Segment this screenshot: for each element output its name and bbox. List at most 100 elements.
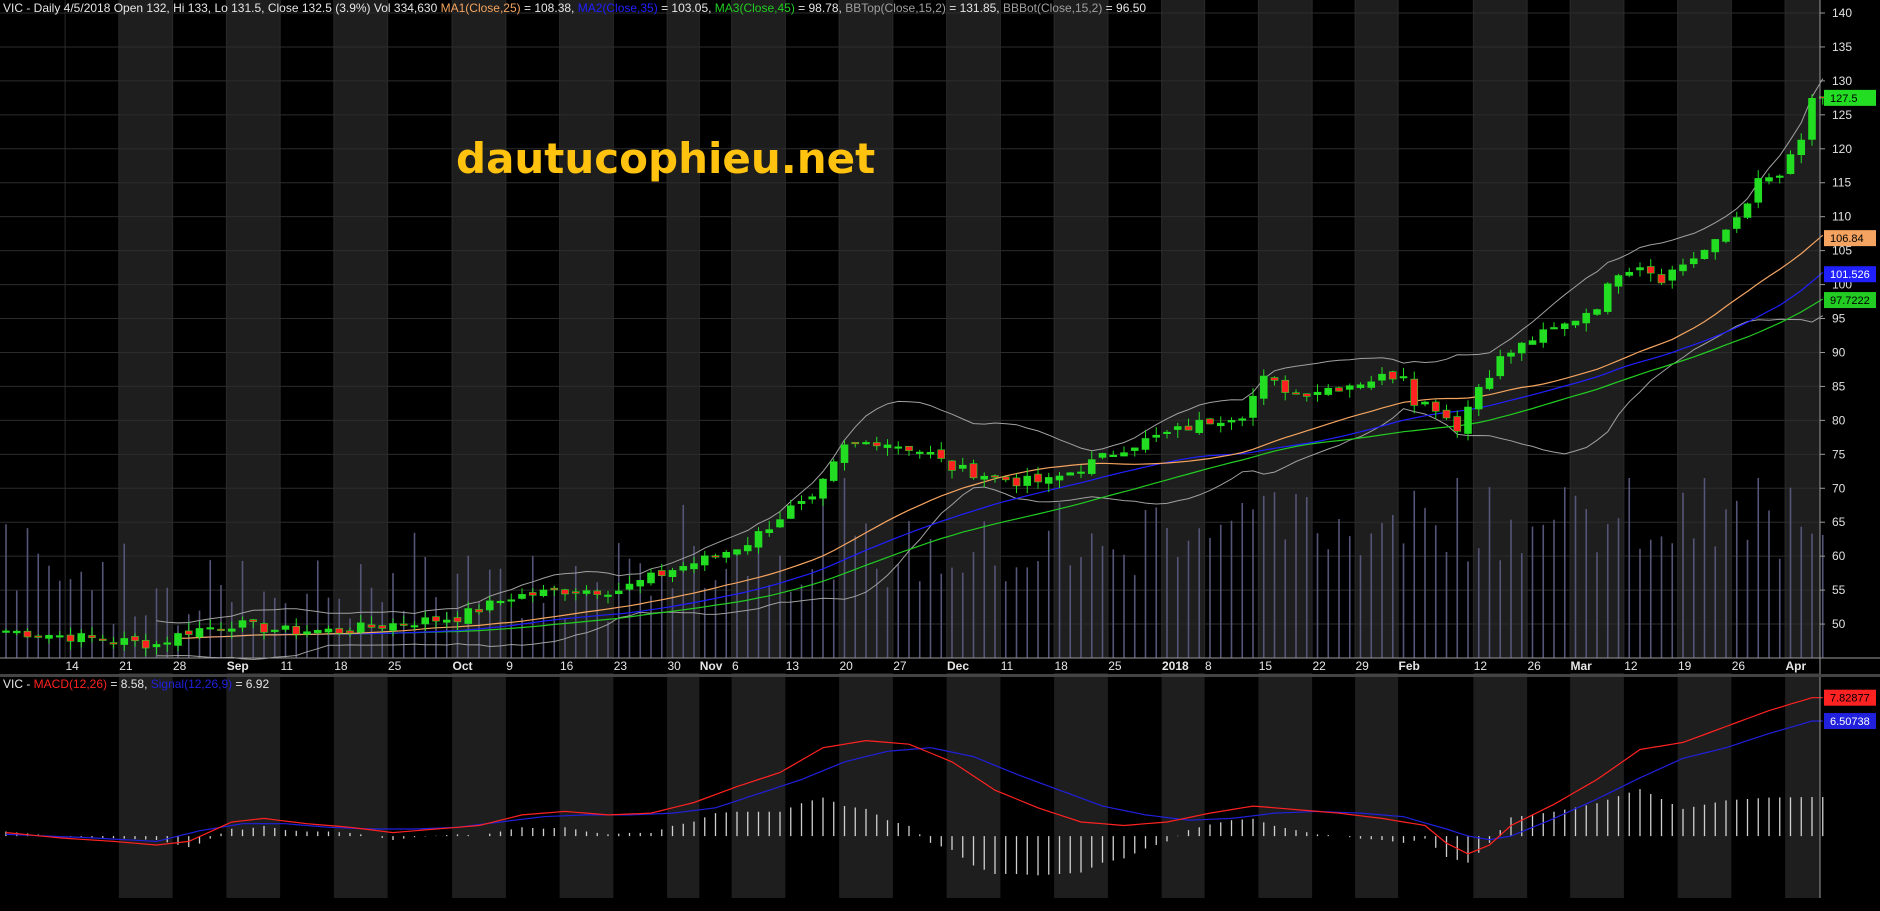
y-tick-label: 80 [1832, 413, 1846, 427]
candle-body [496, 600, 505, 604]
candle-body [378, 625, 387, 629]
x-tick-label: 11 [1001, 659, 1014, 673]
candle-body [528, 592, 537, 596]
candle-body [883, 444, 892, 448]
candle-body [518, 594, 526, 599]
candle-body [88, 635, 96, 638]
candle-body [1206, 418, 1214, 425]
candle-body [1421, 401, 1429, 405]
y-tick-label: 60 [1832, 549, 1846, 563]
price-band [1355, 0, 1399, 658]
candle-body [1345, 385, 1354, 390]
candle-body [120, 638, 129, 645]
candle-body [399, 623, 408, 626]
macd-band [226, 673, 281, 898]
header-segment: MA2(Close,35) [578, 1, 658, 15]
candle-body [131, 636, 139, 642]
candle-body [475, 609, 483, 613]
candle-body [1765, 177, 1773, 182]
candle-body [593, 590, 602, 595]
candle-body [1732, 217, 1741, 229]
candle-body [668, 570, 677, 578]
x-tick-label: Dec [947, 659, 969, 673]
candle-body [367, 624, 376, 628]
candle-body [1292, 392, 1300, 395]
candle-body [184, 630, 193, 635]
candle-body [2, 630, 10, 633]
price-band [1473, 0, 1528, 658]
candle-body [829, 461, 838, 481]
candle-body [1367, 381, 1376, 388]
macd-band [1258, 673, 1313, 898]
x-tick-label: 21 [119, 659, 133, 673]
header-segment: MACD(12,26) [34, 677, 107, 691]
candle-body [1775, 175, 1784, 178]
candle-body [733, 549, 741, 555]
candle-body [163, 642, 172, 645]
y-tick-label: 120 [1832, 142, 1852, 156]
candle-body [1657, 274, 1666, 284]
x-tick-label: 16 [560, 659, 574, 673]
x-tick-label: 25 [1108, 659, 1122, 673]
candle-body [453, 617, 462, 623]
price-panel-header: VIC - Daily 4/5/2018 Open 132, Hi 133, L… [3, 1, 1146, 15]
candle-body [991, 475, 999, 478]
x-tick-label: 6 [732, 659, 739, 673]
y-tick-label: 90 [1832, 345, 1846, 359]
x-tick-label: 26 [1732, 659, 1746, 673]
x-tick-label: Apr [1786, 659, 1807, 673]
x-tick-label: 20 [840, 659, 854, 673]
candle-body [1797, 139, 1806, 156]
macd-band [333, 673, 388, 898]
x-tick-label: 12 [1624, 659, 1638, 673]
header-segment: VIC - Daily 4/5/2018 Open 132, Hi 133, L… [3, 1, 441, 15]
candle-body [292, 625, 301, 635]
macd-band [1785, 673, 1820, 898]
header-segment: BBBot(Close,15,2) [1003, 1, 1102, 15]
value-tag-label: 106.84 [1830, 233, 1864, 245]
y-tick-label: 95 [1832, 312, 1846, 326]
candle-body [1249, 395, 1257, 418]
candle-body [915, 451, 924, 454]
candle-body [1184, 425, 1193, 431]
x-tick-label: 11 [281, 659, 294, 673]
candle-body [1055, 475, 1064, 481]
y-tick-label: 115 [1832, 176, 1851, 190]
candle-body [1023, 475, 1032, 486]
candle-body [625, 583, 634, 590]
candle-body [152, 644, 161, 648]
candle-body [421, 617, 430, 625]
x-tick-label: Oct [453, 659, 473, 673]
candle-body [174, 633, 182, 646]
x-tick-label: 23 [614, 659, 628, 673]
candle-body [1077, 471, 1085, 474]
candle-body [1141, 438, 1150, 450]
macd-band [118, 673, 173, 898]
candle-body [1560, 323, 1569, 330]
x-tick-label: 25 [388, 659, 402, 673]
candle-body [722, 551, 731, 558]
x-tick-label: 13 [786, 659, 800, 673]
candle-body [786, 505, 795, 519]
candle-body [1281, 379, 1290, 393]
y-tick-label: 130 [1832, 74, 1852, 88]
price-band [118, 0, 173, 658]
bottom-strip [0, 898, 1880, 911]
macd-band [839, 673, 893, 898]
candle-body [1410, 378, 1419, 406]
x-tick-label: 30 [668, 659, 682, 673]
candle-body [1625, 271, 1634, 276]
y-tick-label: 135 [1832, 40, 1852, 54]
candle-body [1195, 419, 1204, 433]
value-tag-label: 6.50738 [1830, 716, 1870, 728]
y-tick-label: 125 [1832, 108, 1852, 122]
price-band [452, 0, 506, 658]
x-tick-label: 14 [66, 659, 80, 673]
x-tick-label: 8 [1205, 659, 1212, 673]
macd-band [1677, 673, 1732, 898]
candle-body [98, 638, 107, 641]
candle-body [776, 519, 784, 528]
candle-body [1163, 431, 1171, 435]
x-tick-label: 28 [173, 659, 187, 673]
candle-body [432, 616, 440, 622]
